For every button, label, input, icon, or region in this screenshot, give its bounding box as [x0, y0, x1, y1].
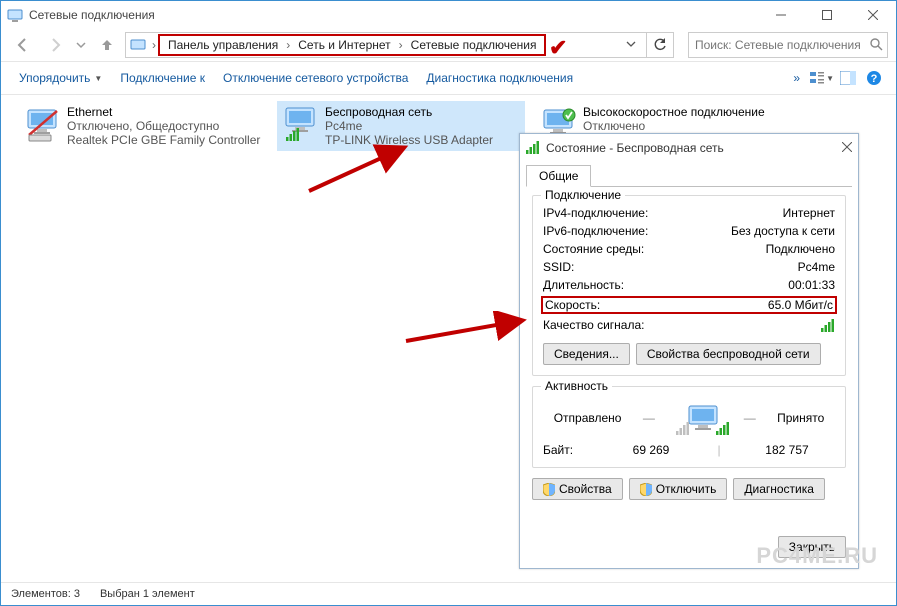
- window-icon: [7, 7, 23, 23]
- chevron-right-icon[interactable]: ›: [397, 38, 405, 52]
- connection-status: Отключено: [583, 119, 765, 133]
- signal-icon: [526, 140, 540, 157]
- value-bytes-sent: 69 269: [603, 443, 699, 457]
- chevron-right-icon[interactable]: ›: [284, 38, 292, 52]
- label-duration: Длительность:: [543, 278, 624, 292]
- preview-pane-button[interactable]: [836, 66, 860, 90]
- group-legend: Подключение: [541, 188, 625, 202]
- value-ssid: Pc4me: [798, 260, 835, 274]
- breadcrumb-dropdown[interactable]: [620, 38, 642, 52]
- status-elements: Элементов: 3: [11, 588, 80, 600]
- toolbar-diagnose[interactable]: Диагностика подключения: [418, 67, 581, 89]
- maximize-button[interactable]: [804, 1, 850, 29]
- title-bar: Сетевые подключения: [1, 1, 896, 29]
- status-bar: Элементов: 3 Выбран 1 элемент: [1, 582, 896, 605]
- close-dialog-button[interactable]: Закрыть: [778, 536, 846, 558]
- breadcrumb[interactable]: › Панель управления › Сеть и Интернет › …: [125, 32, 647, 58]
- toolbar-disable[interactable]: Отключение сетевого устройства: [215, 67, 416, 89]
- toolbar-rename[interactable]: »: [785, 67, 808, 89]
- value-media: Подключено: [766, 242, 835, 256]
- group-legend: Активность: [541, 379, 612, 393]
- chevron-right-icon[interactable]: ›: [150, 38, 158, 52]
- connection-title: Беспроводная сеть: [325, 105, 493, 119]
- wireless-icon: [281, 105, 319, 143]
- label-bytes: Байт:: [543, 443, 603, 457]
- ethernet-icon: [23, 105, 61, 143]
- dialog-title-bar[interactable]: Состояние - Беспроводная сеть: [520, 134, 858, 162]
- toolbar-organize[interactable]: Упорядочить▼: [11, 67, 110, 89]
- svg-text:?: ?: [871, 73, 878, 85]
- breadcrumb-item[interactable]: Сеть и Интернет: [292, 38, 396, 52]
- details-button[interactable]: Сведения...: [543, 343, 630, 365]
- dialog-close-button[interactable]: [842, 141, 852, 155]
- toolbar-connect[interactable]: Подключение к: [112, 67, 213, 89]
- search-input[interactable]: [688, 32, 888, 58]
- value-ipv4: Интернет: [783, 206, 835, 220]
- search-icon: [869, 37, 883, 54]
- address-bar-row: › Панель управления › Сеть и Интернет › …: [1, 29, 896, 61]
- help-button[interactable]: ?: [862, 66, 886, 90]
- connection-title: Ethernet: [67, 105, 260, 119]
- dialog-title: Состояние - Беспроводная сеть: [546, 141, 724, 155]
- shield-icon: [543, 483, 555, 496]
- minimize-button[interactable]: [758, 1, 804, 29]
- label-signal: Качество сигнала:: [543, 318, 644, 335]
- connection-device: Realtek PCIe GBE Family Controller: [67, 133, 260, 147]
- status-selected: Выбран 1 элемент: [100, 588, 195, 600]
- label-received: Принято: [777, 411, 824, 425]
- value-speed: 65.0 Мбит/с: [768, 298, 833, 312]
- window-title: Сетевые подключения: [29, 8, 155, 22]
- tab-general[interactable]: Общие: [526, 165, 591, 187]
- label-ipv4: IPv4-подключение:: [543, 206, 648, 220]
- breadcrumb-item[interactable]: Сетевые подключения: [405, 38, 543, 52]
- group-connection: Подключение IPv4-подключение:Интернет IP…: [532, 195, 846, 376]
- label-sent: Отправлено: [554, 411, 622, 425]
- nav-back-button[interactable]: [9, 31, 37, 59]
- value-ipv6: Без доступа к сети: [731, 224, 835, 238]
- nav-recent-button[interactable]: [73, 31, 89, 59]
- connection-device: TP-LINK Wireless USB Adapter: [325, 133, 493, 147]
- connection-status: Отключено, Общедоступно: [67, 119, 260, 133]
- view-options-button[interactable]: ▼: [810, 66, 834, 90]
- group-activity: Активность Отправлено — — Принято Байт: …: [532, 386, 846, 468]
- connection-title: Высокоскоростное подключение: [583, 105, 765, 119]
- close-button[interactable]: [850, 1, 896, 29]
- search-field[interactable]: [693, 37, 869, 53]
- label-ssid: SSID:: [543, 260, 574, 274]
- connection-status: Pc4me: [325, 119, 493, 133]
- label-media: Состояние среды:: [543, 242, 644, 256]
- diagnostics-button[interactable]: Диагностика: [733, 478, 825, 500]
- signal-quality-icon: [821, 318, 835, 335]
- wireless-props-button[interactable]: Свойства беспроводной сети: [636, 343, 821, 365]
- value-bytes-recv: 182 757: [739, 443, 835, 457]
- dash-icon: —: [643, 411, 655, 425]
- connection-wireless[interactable]: Беспроводная сеть Pc4me TP-LINK Wireless…: [277, 101, 525, 151]
- refresh-button[interactable]: [647, 32, 674, 58]
- value-duration: 00:01:33: [788, 278, 835, 292]
- dash-icon: —: [744, 411, 756, 425]
- label-ipv6: IPv6-подключение:: [543, 224, 648, 238]
- status-dialog: Состояние - Беспроводная сеть Общие Подк…: [519, 133, 859, 569]
- shield-icon: [640, 483, 652, 496]
- nav-forward-button[interactable]: [41, 31, 69, 59]
- breadcrumb-icon: [130, 37, 146, 53]
- toolbar: Упорядочить▼ Подключение к Отключение се…: [1, 61, 896, 95]
- nav-up-button[interactable]: [93, 31, 121, 59]
- properties-button[interactable]: Свойства: [532, 478, 623, 500]
- connection-ethernet[interactable]: Ethernet Отключено, Общедоступно Realtek…: [19, 101, 267, 151]
- disable-button[interactable]: Отключить: [629, 478, 728, 500]
- activity-icon: [676, 401, 722, 435]
- label-speed: Скорость:: [545, 298, 600, 312]
- breadcrumb-item[interactable]: Панель управления: [162, 38, 284, 52]
